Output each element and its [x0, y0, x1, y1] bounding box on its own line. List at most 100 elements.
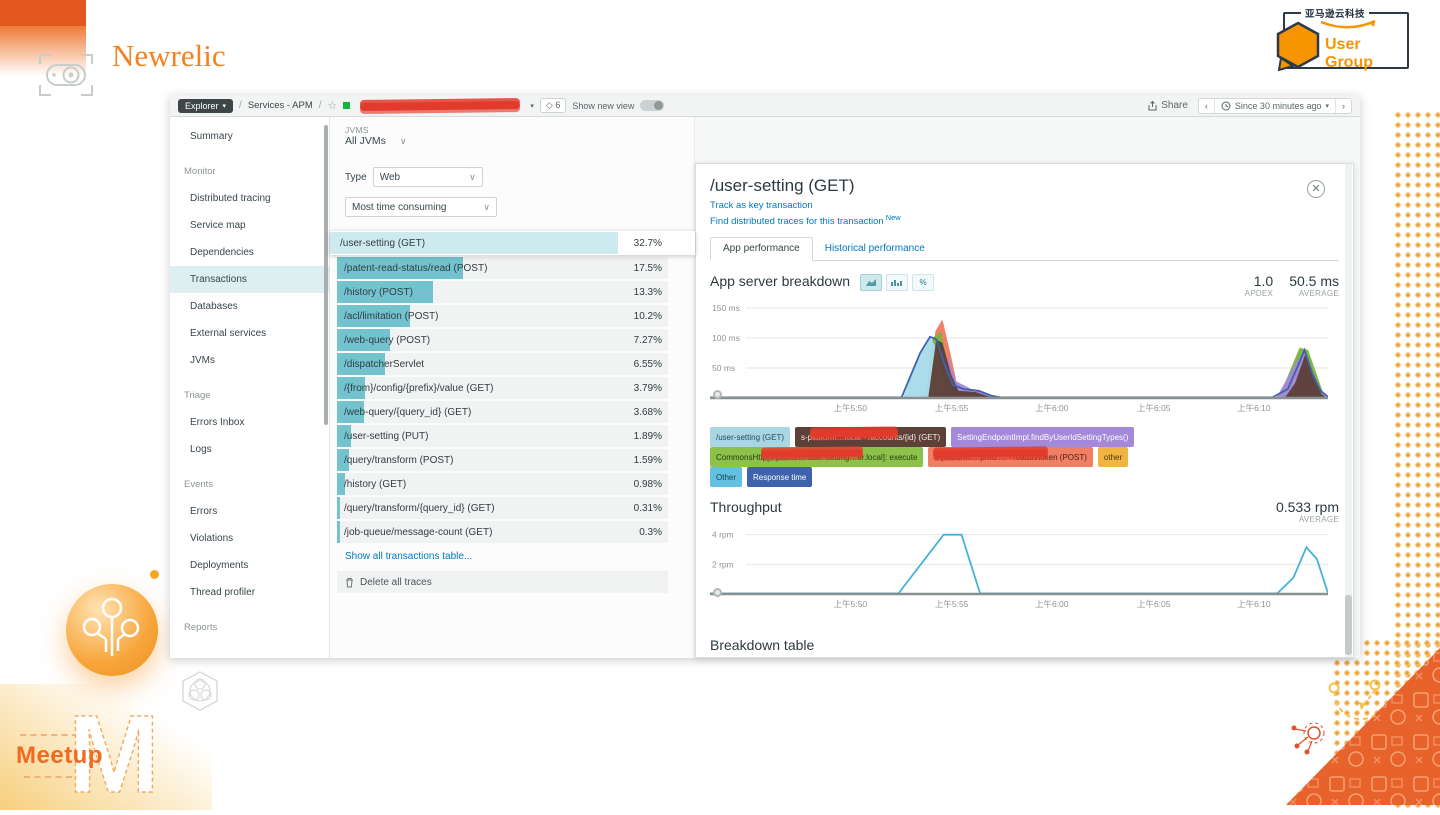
track-key-transaction-link[interactable]: Track as key transaction — [710, 200, 1339, 211]
type-select[interactable]: Web ∨ — [372, 167, 483, 187]
chevron-down-icon[interactable]: ▾ — [530, 102, 534, 110]
sidebar-item-external-services[interactable]: External services — [170, 320, 329, 347]
legend-chip[interactable]: Response time — [747, 467, 813, 488]
transaction-row[interactable]: /job-queue/message-count (GET) 0.3% — [337, 521, 668, 543]
sidebar-item-reports: Reports — [184, 622, 218, 633]
sidebar-item-errors[interactable]: Errors — [170, 498, 329, 525]
sidebar-item-summary[interactable]: Summary — [170, 123, 329, 150]
transaction-row[interactable]: /acl/limitation (POST) 10.2% — [337, 305, 668, 327]
transaction-row[interactable]: /web-query (POST) 7.27% — [337, 329, 668, 351]
jvms-selector[interactable]: All JVMs ∨ — [345, 135, 406, 147]
redacted-service-name — [360, 100, 521, 111]
time-range-button[interactable]: Since 30 minutes ago ▾ — [1213, 98, 1335, 113]
show-new-view-toggle[interactable] — [640, 100, 665, 111]
transaction-percent: 1.59% — [633, 454, 662, 466]
trash-icon — [346, 577, 353, 587]
time-next-button[interactable]: › — [1335, 98, 1351, 113]
dashed-arc-icon — [1323, 673, 1385, 740]
sidebar-item-errors-inbox[interactable]: Errors Inbox — [170, 409, 329, 436]
sidebar: Summary Monitor Distributed tracing Service… — [170, 117, 330, 658]
show-new-view-label: Show new view — [572, 100, 635, 111]
transaction-percent: 0.31% — [633, 502, 662, 514]
legend-chip[interactable]: CommonsHttp[s-platform-user-setting…er.l… — [710, 447, 924, 468]
sort-select[interactable]: Most time consuming ∨ — [345, 197, 497, 217]
sidebar-item-transactions[interactable]: Transactions — [170, 266, 329, 293]
sidebar-item-databases[interactable]: Databases — [170, 293, 329, 320]
svg-text:上午6:05: 上午6:05 — [1137, 403, 1171, 413]
panel-scrollbar-track[interactable] — [1345, 164, 1352, 657]
svg-text:上午5:50: 上午5:50 — [834, 403, 868, 413]
sidebar-item-jvms[interactable]: JVMs — [170, 347, 329, 374]
throughput-average-label: AVERAGE — [1298, 515, 1339, 525]
legend-chip[interactable]: Other — [710, 467, 743, 488]
sidebar-item-thread-profiler[interactable]: Thread profiler — [170, 579, 329, 606]
share-button[interactable]: Share — [1148, 100, 1188, 111]
redaction-scribble — [761, 449, 864, 458]
svg-text:上午5:55: 上午5:55 — [935, 403, 969, 413]
time-prev-button[interactable]: ‹ — [1199, 99, 1214, 113]
tab-historical-performance[interactable]: Historical performance — [813, 238, 937, 260]
sidebar-item-distributed-tracing[interactable]: Distributed tracing — [170, 185, 329, 212]
delete-all-traces-button[interactable]: Delete all traces — [337, 571, 668, 593]
legend-chip[interactable]: s-platform… prod … - /oauth/token (POST) — [928, 447, 1093, 468]
transaction-row[interactable]: /history (POST) 13.3% — [337, 281, 668, 303]
orange-ball-icon — [66, 584, 158, 676]
transaction-percent: 13.3% — [633, 286, 662, 298]
legend-chip[interactable]: SettingEndpointImpl.findByUserIdSettingT… — [951, 427, 1135, 448]
panel-title: /user-setting (GET) — [710, 176, 855, 195]
find-distributed-traces-link[interactable]: Find distributed traces for this transac… — [710, 213, 1339, 227]
app-server-breakdown-chart[interactable]: 150 ms 100 ms 50 ms 上午5:50 上午5:55 上午6:00 上午6:0… — [710, 302, 1339, 419]
transaction-row[interactable]: /dispatcherServlet 6.55% — [337, 353, 668, 375]
sidebar-item-dependencies[interactable]: Dependencies — [170, 239, 329, 266]
aws-user-group-logo: 亚马逊云科技 User Group — [1276, 6, 1409, 72]
transaction-label: /history (POST) — [344, 286, 413, 298]
transaction-label: /user-setting (GET) — [340, 237, 426, 249]
sidebar-item-violations[interactable]: Violations — [170, 525, 329, 552]
svg-text:上午6:05: 上午6:05 — [1137, 599, 1171, 609]
transaction-row[interactable]: /query/transform/{query_id} (GET) 0.31% — [337, 497, 668, 519]
type-label: Type — [345, 171, 367, 183]
chart-mode-area-button[interactable] — [860, 274, 883, 292]
transaction-row[interactable]: /query/transform (POST) 1.59% — [337, 449, 668, 471]
transaction-row[interactable]: /history (GET) 0.98% — [337, 473, 668, 495]
transaction-percent: 6.55% — [633, 358, 662, 370]
redaction-scribble — [933, 449, 1049, 458]
transaction-row[interactable]: /{from}/config/{prefix}/value (GET) 3.79% — [337, 377, 668, 399]
aws-hexagon-icon — [1273, 20, 1323, 77]
transaction-row[interactable]: /user-setting (PUT) 1.89% — [337, 425, 668, 447]
chart-mode-bar-button[interactable] — [886, 274, 909, 292]
transaction-label: /web-query/{query_id} (GET) — [344, 406, 472, 418]
svg-text:上午6:00: 上午6:00 — [1035, 599, 1069, 609]
clock-icon — [1221, 101, 1231, 110]
sidebar-item-service-map[interactable]: Service map — [170, 212, 329, 239]
apdex-label: APDEX — [1244, 289, 1274, 299]
legend-chip[interactable]: other — [1097, 447, 1129, 468]
breadcrumb-services-apm[interactable]: Services - APM — [248, 100, 313, 111]
transaction-row[interactable]: /web-query/{query_id} (GET) 3.68% — [337, 401, 668, 423]
chart-mode-percent-button[interactable]: % — [912, 274, 935, 292]
throughput-chart[interactable]: 4 rpm 2 rpm 上午5:50 上午5:55 上午6:00 上午6:05 上午6:10 — [710, 528, 1339, 615]
sidebar-item-logs[interactable]: Logs — [170, 436, 329, 463]
transaction-percent: 7.27% — [633, 334, 662, 346]
transaction-row[interactable]: /user-setting (GET) 32.7% — [330, 231, 695, 255]
close-icon[interactable]: ✕ — [1307, 180, 1325, 198]
transaction-percent: 3.68% — [633, 406, 662, 418]
tags-badge[interactable]: ◇ 6 — [539, 98, 567, 113]
transaction-percent: 0.3% — [639, 526, 662, 538]
sidebar-item-deployments[interactable]: Deployments — [170, 552, 329, 579]
transaction-row[interactable]: /patent-read-status/read (POST) 17.5% — [337, 257, 668, 279]
time-picker: ‹ Since 30 minutes ago ▾ › — [1197, 97, 1352, 114]
transaction-percent: 0.98% — [633, 478, 662, 490]
explorer-button[interactable]: Explorer ▾ — [178, 98, 234, 113]
sidebar-scrollbar[interactable] — [324, 125, 328, 425]
newrelic-window: Explorer ▾ / Services - APM / ☆ ▾ ◇ 6 Sho… — [170, 95, 1360, 658]
favorite-star-icon[interactable]: ☆ — [328, 99, 338, 112]
panel-scrollbar-thumb[interactable] — [1345, 595, 1352, 655]
chart-legend: /user-setting (GET) s-platform…local - /a… — [710, 427, 1339, 488]
legend-chip[interactable]: /user-setting (GET) — [710, 427, 791, 448]
chart-svg: 150 ms 100 ms 50 ms 上午5:50 上午5:55 上午6:00 上午6:0… — [710, 303, 1329, 413]
show-all-transactions-link[interactable]: Show all transactions table... — [345, 551, 472, 562]
tab-app-performance[interactable]: App performance — [710, 237, 813, 262]
chart-svg: 4 rpm 2 rpm 上午5:50 上午5:55 上午6:00 上午6:05 上午6:10 — [710, 530, 1329, 609]
legend-chip[interactable]: s-platform…local - /accounts/{id} (GET) — [795, 427, 947, 448]
